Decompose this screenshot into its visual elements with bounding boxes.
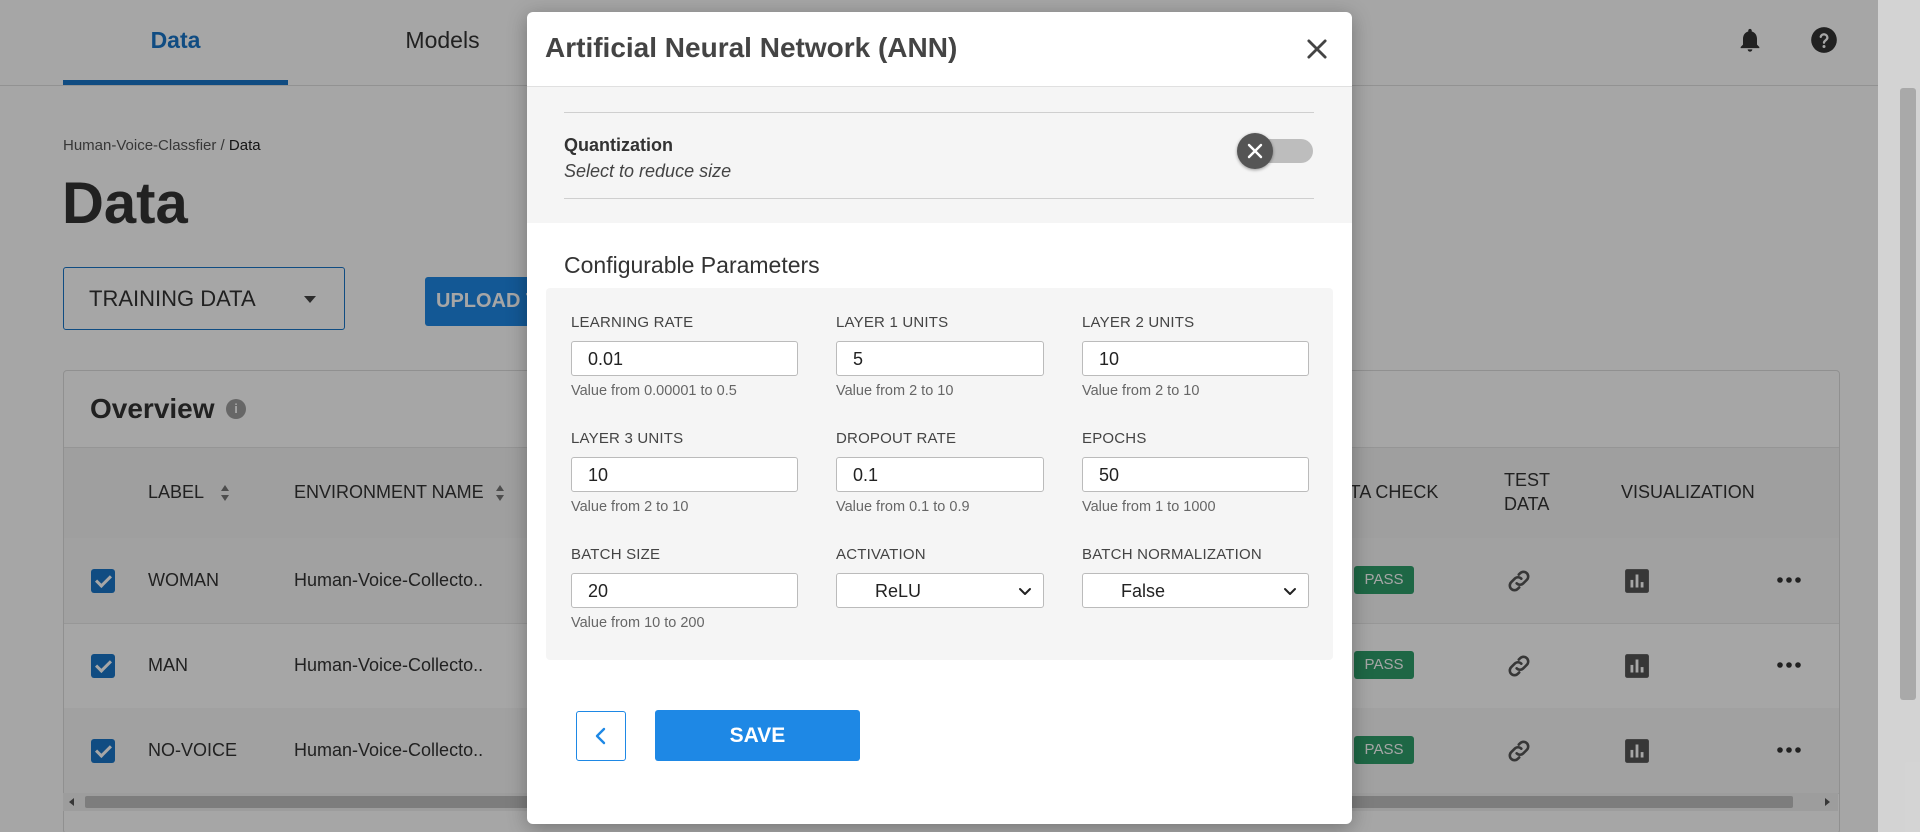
modal-title: Artificial Neural Network (ANN) [545, 32, 958, 63]
learning-rate-input[interactable]: 0.01 [571, 341, 798, 376]
quantization-sublabel: Select to reduce size [564, 161, 732, 181]
layer3-units-label: LAYER 3 UNITS [571, 430, 684, 447]
quantization-label: Quantization [564, 135, 673, 155]
epochs-help: Value from 1 to 1000 [1082, 499, 1216, 515]
divider [564, 112, 1314, 113]
chevron-left-icon [595, 727, 606, 745]
learning-rate-help: Value from 0.00001 to 0.5 [571, 383, 737, 399]
epochs-input[interactable]: 50 [1082, 457, 1309, 492]
activation-value: ReLU [875, 581, 922, 601]
section-title: Configurable Parameters [564, 252, 820, 278]
divider [564, 198, 1314, 199]
chevron-down-icon [1019, 588, 1031, 595]
quantization-toggle[interactable] [1237, 133, 1315, 169]
dropout-rate-input[interactable]: 0.1 [836, 457, 1044, 492]
quantization-section: Quantization Select to reduce size [527, 87, 1352, 223]
layer1-units-help: Value from 2 to 10 [836, 383, 954, 399]
save-button[interactable]: SAVE [655, 710, 860, 761]
dropout-rate-label: DROPOUT RATE [836, 430, 957, 447]
close-icon[interactable] [1303, 35, 1331, 63]
activation-select[interactable]: ReLU [836, 573, 1044, 608]
layer3-units-help: Value from 2 to 10 [571, 499, 689, 515]
layer2-units-label: LAYER 2 UNITS [1082, 314, 1195, 331]
batch-normalization-select[interactable]: False [1082, 573, 1309, 608]
ann-config-modal: Artificial Neural Network (ANN) Quantiza… [527, 12, 1352, 824]
layer1-units-label: LAYER 1 UNITS [836, 314, 949, 331]
batch-size-label: BATCH SIZE [571, 546, 661, 563]
scrollbar-dim [1878, 0, 1920, 832]
parameter-grid: LEARNING RATE 0.01 Value from 0.00001 to… [546, 288, 1333, 660]
batch-normalization-label: BATCH NORMALIZATION [1082, 546, 1262, 563]
toggle-off-icon [1247, 143, 1263, 159]
modal-header: Artificial Neural Network (ANN) [527, 12, 1352, 87]
dropout-rate-help: Value from 0.1 to 0.9 [836, 499, 970, 515]
learning-rate-label: LEARNING RATE [571, 314, 694, 331]
batch-size-help: Value from 10 to 200 [571, 615, 705, 631]
batch-size-input[interactable]: 20 [571, 573, 798, 608]
layer2-units-input[interactable]: 10 [1082, 341, 1309, 376]
batch-normalization-value: False [1121, 581, 1166, 601]
back-button[interactable] [576, 711, 626, 761]
epochs-label: EPOCHS [1082, 430, 1147, 447]
toggle-knob [1237, 133, 1273, 169]
activation-label: ACTIVATION [836, 546, 926, 563]
layer2-units-help: Value from 2 to 10 [1082, 383, 1200, 399]
layer1-units-input[interactable]: 5 [836, 341, 1044, 376]
chevron-down-icon [1284, 588, 1296, 595]
layer3-units-input[interactable]: 10 [571, 457, 798, 492]
